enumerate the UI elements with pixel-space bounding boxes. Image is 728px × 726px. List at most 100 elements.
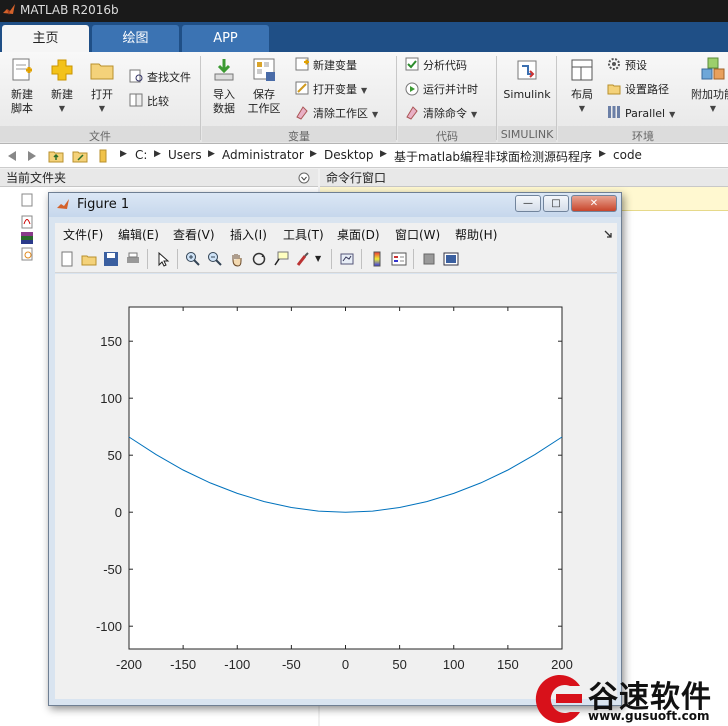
parallel-button[interactable]: Parallel ▼ [606, 104, 675, 124]
import-data-button[interactable]: 导入 数据 [204, 56, 244, 116]
x-tick-label: -100 [224, 657, 250, 672]
breadcrumb-separator-icon: ▶ [380, 149, 387, 159]
new-button[interactable]: 新建 ▼ [42, 56, 82, 116]
new-variable-button[interactable]: 新建变量 [294, 56, 357, 76]
figure-toolbar: ▼ [55, 245, 617, 273]
colorbar-icon[interactable] [369, 251, 385, 267]
tab-plots[interactable]: 绘图 [92, 25, 179, 52]
browse-folder-icon[interactable] [72, 148, 88, 164]
gear-icon [608, 58, 620, 70]
minimize-button[interactable]: — [515, 195, 541, 212]
print-icon[interactable] [125, 251, 141, 267]
close-button[interactable]: ✕ [571, 195, 617, 212]
menu-edit[interactable]: 编辑(E) [118, 226, 159, 243]
tab-apps[interactable]: APP [182, 25, 269, 52]
open-variable-button[interactable]: 打开变量 ▼ [294, 80, 367, 100]
preferences-button[interactable]: 预设 [606, 56, 647, 76]
up-folder-icon[interactable] [48, 148, 64, 164]
menu-window[interactable]: 窗口(W) [395, 226, 440, 243]
rotate-3d-icon[interactable] [251, 251, 267, 267]
new-script-label: 新建 脚本 [11, 88, 33, 115]
clear-commands-dropdown-arrow[interactable]: ▼ [471, 110, 477, 119]
script-file-icon[interactable] [20, 247, 34, 261]
open-dropdown-arrow[interactable]: ▼ [82, 102, 122, 116]
save-workspace-button[interactable]: 保存 工作区 [244, 56, 284, 116]
new-script-button[interactable]: 新建 脚本 [2, 56, 42, 116]
breadcrumb-code[interactable]: code [613, 148, 642, 162]
pointer-icon[interactable] [155, 251, 171, 267]
zoom-in-icon[interactable] [185, 251, 201, 267]
back-arrow-icon[interactable] [4, 148, 20, 164]
set-path-button[interactable]: 设置路径 [606, 80, 669, 100]
parallel-icon [608, 106, 620, 118]
simulink-button[interactable]: Simulink [502, 56, 552, 102]
figure-window: Figure 1 — □ ✕ 文件(F) 编辑(E) 查看(V) 插入(I) 工… [48, 192, 622, 706]
analyze-code-button[interactable]: 分析代码 [404, 56, 467, 76]
open-file-icon[interactable] [81, 251, 97, 267]
hide-plot-tools-icon[interactable] [421, 251, 437, 267]
breadcrumb-separator-icon: ▶ [599, 149, 606, 159]
save-icon[interactable] [103, 251, 119, 267]
axes-background[interactable] [128, 306, 563, 650]
y-tick-label: -50 [103, 562, 122, 577]
forward-arrow-icon[interactable] [24, 148, 40, 164]
figure-canvas[interactable]: -200 -150 -100 -50 0 50 100 150 200 -100 -50 0 50 100… [55, 274, 617, 699]
panel-menu-icon[interactable] [298, 172, 310, 184]
menu-file[interactable]: 文件(F) [63, 226, 103, 243]
clear-workspace-dropdown-arrow[interactable]: ▼ [372, 110, 378, 119]
breadcrumb-drive[interactable]: C: [135, 148, 147, 162]
compare-button[interactable]: 比较 [128, 92, 169, 112]
file-icon[interactable] [20, 193, 34, 207]
figure-titlebar[interactable]: Figure 1 — □ ✕ [49, 193, 621, 217]
tab-home[interactable]: 主页 [2, 25, 89, 52]
breadcrumb-project-folder[interactable]: 基于matlab编程非球面检测源码程序 [394, 148, 592, 165]
menu-tools[interactable]: 工具(T) [283, 226, 324, 243]
breadcrumb-separator-icon: ▶ [120, 149, 127, 159]
breadcrumb-users[interactable]: Users [168, 148, 202, 162]
addons-button[interactable]: 附加功能 ▼ [688, 56, 728, 116]
maximize-button[interactable]: □ [543, 195, 569, 212]
data-cursor-icon[interactable] [273, 251, 289, 267]
zoom-out-icon[interactable] [207, 251, 223, 267]
archive-file-icon[interactable] [20, 231, 34, 245]
pdf-file-icon[interactable] [20, 215, 34, 229]
menu-view[interactable]: 查看(V) [173, 226, 215, 243]
layout-button[interactable]: 布局 ▼ [562, 56, 602, 116]
menu-desktop[interactable]: 桌面(D) [337, 226, 380, 243]
addons-dropdown-arrow[interactable]: ▼ [688, 102, 728, 116]
open-variable-dropdown-arrow[interactable]: ▼ [361, 86, 367, 95]
open-folder-icon [90, 63, 114, 80]
root-folder-icon[interactable] [98, 148, 114, 164]
clear-commands-button[interactable]: 清除命令 ▼ [404, 104, 477, 124]
menubar-dock-icon[interactable] [603, 229, 613, 239]
menu-insert[interactable]: 插入(I) [230, 226, 267, 243]
layout-icon [571, 59, 593, 81]
clear-workspace-icon [296, 106, 308, 120]
clear-workspace-button[interactable]: 清除工作区 ▼ [294, 104, 378, 124]
menu-help[interactable]: 帮助(H) [455, 226, 497, 243]
brush-icon[interactable] [295, 251, 311, 267]
pan-hand-icon[interactable] [229, 251, 245, 267]
layout-dropdown-arrow[interactable]: ▼ [562, 102, 602, 116]
open-variable-icon [295, 81, 309, 95]
save-workspace-icon [253, 58, 275, 81]
new-figure-icon[interactable] [59, 251, 75, 267]
new-variable-icon [295, 57, 309, 71]
parallel-dropdown-arrow[interactable]: ▼ [669, 110, 675, 119]
brush-dropdown-arrow[interactable]: ▼ [315, 254, 321, 263]
open-button[interactable]: 打开 ▼ [82, 56, 122, 116]
link-plot-icon[interactable] [339, 251, 355, 267]
show-plot-tools-icon[interactable] [443, 251, 459, 267]
run-and-time-button[interactable]: 运行并计时 [404, 80, 478, 100]
new-script-icon [12, 58, 32, 81]
find-files-button[interactable]: 查找文件 [128, 68, 191, 88]
breadcrumb-administrator[interactable]: Administrator [222, 148, 304, 162]
new-dropdown-arrow[interactable]: ▼ [42, 102, 82, 116]
plot-svg[interactable]: -200 -150 -100 -50 0 50 100 150 200-100-50050100… [55, 274, 617, 699]
analyze-code-icon [405, 57, 419, 71]
figure-title: Figure 1 [77, 197, 130, 212]
legend-icon[interactable] [391, 251, 407, 267]
x-tick-label: -50 [282, 657, 301, 672]
breadcrumb-desktop[interactable]: Desktop [324, 148, 374, 162]
addons-label: 附加功能 [691, 88, 728, 101]
